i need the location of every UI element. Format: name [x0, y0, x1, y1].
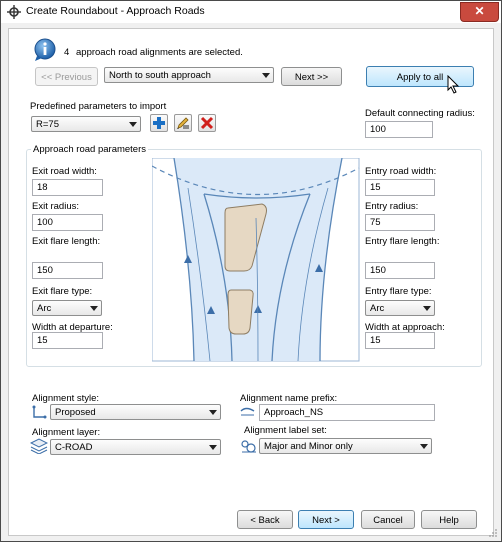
alignment-name-prefix-input[interactable]: Approach_NS	[259, 404, 435, 421]
exit-road-width-input[interactable]: 18	[32, 179, 103, 196]
entry-radius-input[interactable]: 75	[365, 214, 435, 231]
next-approach-button[interactable]: Next >>	[281, 67, 342, 86]
entry-radius-label: Entry radius:	[365, 201, 419, 212]
chevron-down-icon	[262, 73, 270, 78]
window-title: Create Roundabout - Approach Roads	[26, 5, 205, 17]
chevron-down-icon	[423, 306, 431, 311]
alignment-label-set-value: Major and Minor only	[264, 441, 353, 452]
alignment-label-set-label: Alignment label set:	[244, 425, 327, 436]
width-at-approach-input[interactable]: 15	[365, 332, 435, 349]
alignment-name-prefix-label: Alignment name prefix:	[240, 393, 338, 404]
alignment-layer-value: C-ROAD	[55, 442, 93, 453]
chevron-down-icon	[209, 410, 217, 415]
title-bar: Create Roundabout - Approach Roads ✕	[1, 1, 501, 23]
exit-flare-length-input[interactable]: 150	[32, 262, 103, 279]
previous-button[interactable]: << Previous	[35, 67, 98, 86]
exit-flare-length-label: Exit flare length:	[32, 236, 101, 247]
layer-stack-icon	[30, 438, 48, 454]
entry-road-width-input[interactable]: 15	[365, 179, 435, 196]
exit-flare-type-label: Exit flare type:	[32, 286, 93, 297]
cancel-button[interactable]: Cancel	[361, 510, 415, 529]
approach-select-value: North to south approach	[109, 70, 211, 81]
alignment-layer-label: Alignment layer:	[32, 427, 101, 438]
chevron-down-icon	[209, 445, 217, 450]
alignment-style-select[interactable]: Proposed	[50, 404, 221, 420]
mouse-cursor-icon	[447, 75, 460, 94]
entry-flare-type-label: Entry flare type:	[365, 286, 432, 297]
approach-select[interactable]: North to south approach	[104, 67, 274, 83]
chevron-down-icon	[90, 306, 98, 311]
next-button[interactable]: Next >	[298, 510, 354, 529]
delete-button[interactable]	[198, 114, 216, 132]
alignment-style-value: Proposed	[55, 407, 96, 418]
resize-grip-icon[interactable]	[488, 528, 498, 538]
exit-road-width-label: Exit road width:	[32, 166, 97, 177]
predefined-select-value: R=75	[36, 119, 59, 130]
exit-radius-input[interactable]: 100	[32, 214, 103, 231]
alignment-style-label: Alignment style:	[32, 393, 100, 404]
label-set-icon	[241, 440, 256, 453]
app-icon	[7, 5, 21, 19]
default-radius-input[interactable]: 100	[365, 121, 433, 138]
chevron-down-icon	[420, 444, 428, 449]
back-button[interactable]: < Back	[237, 510, 293, 529]
exit-radius-label: Exit radius:	[32, 201, 79, 212]
entry-flare-type-select[interactable]: Arc	[365, 300, 435, 316]
predefined-label: Predefined parameters to import	[30, 101, 167, 112]
width-at-departure-input[interactable]: 15	[32, 332, 103, 349]
edit-pencil-icon	[177, 117, 189, 129]
alignment-style-icon	[32, 405, 47, 419]
close-button[interactable]: ✕	[460, 2, 499, 22]
entry-flare-length-input[interactable]: 150	[365, 262, 435, 279]
delete-x-icon	[200, 116, 214, 130]
selection-message: approach road alignments are selected.	[76, 47, 243, 58]
plus-icon	[153, 117, 165, 129]
alignment-layer-select[interactable]: C-ROAD	[50, 439, 221, 455]
entry-flare-type-value: Arc	[370, 303, 385, 314]
alignment-name-icon	[240, 407, 255, 416]
approach-params-label: Approach road parameters	[31, 144, 149, 155]
entry-road-width-label: Entry road width:	[365, 166, 437, 177]
alignment-label-set-select[interactable]: Major and Minor only	[259, 438, 432, 454]
splitter-island-lower	[227, 289, 254, 335]
help-button[interactable]: Help	[421, 510, 477, 529]
default-radius-label: Default connecting radius:	[365, 108, 475, 119]
add-button[interactable]	[150, 114, 168, 132]
exit-flare-type-value: Arc	[37, 303, 52, 314]
entry-flare-length-label: Entry flare length:	[365, 236, 440, 247]
exit-flare-type-select[interactable]: Arc	[32, 300, 102, 316]
info-icon	[34, 38, 56, 61]
predefined-select[interactable]: R=75	[31, 116, 141, 132]
chevron-down-icon	[129, 122, 137, 127]
edit-button[interactable]	[174, 114, 192, 132]
selected-count: 4	[64, 47, 70, 58]
approach-road-diagram	[152, 158, 360, 362]
